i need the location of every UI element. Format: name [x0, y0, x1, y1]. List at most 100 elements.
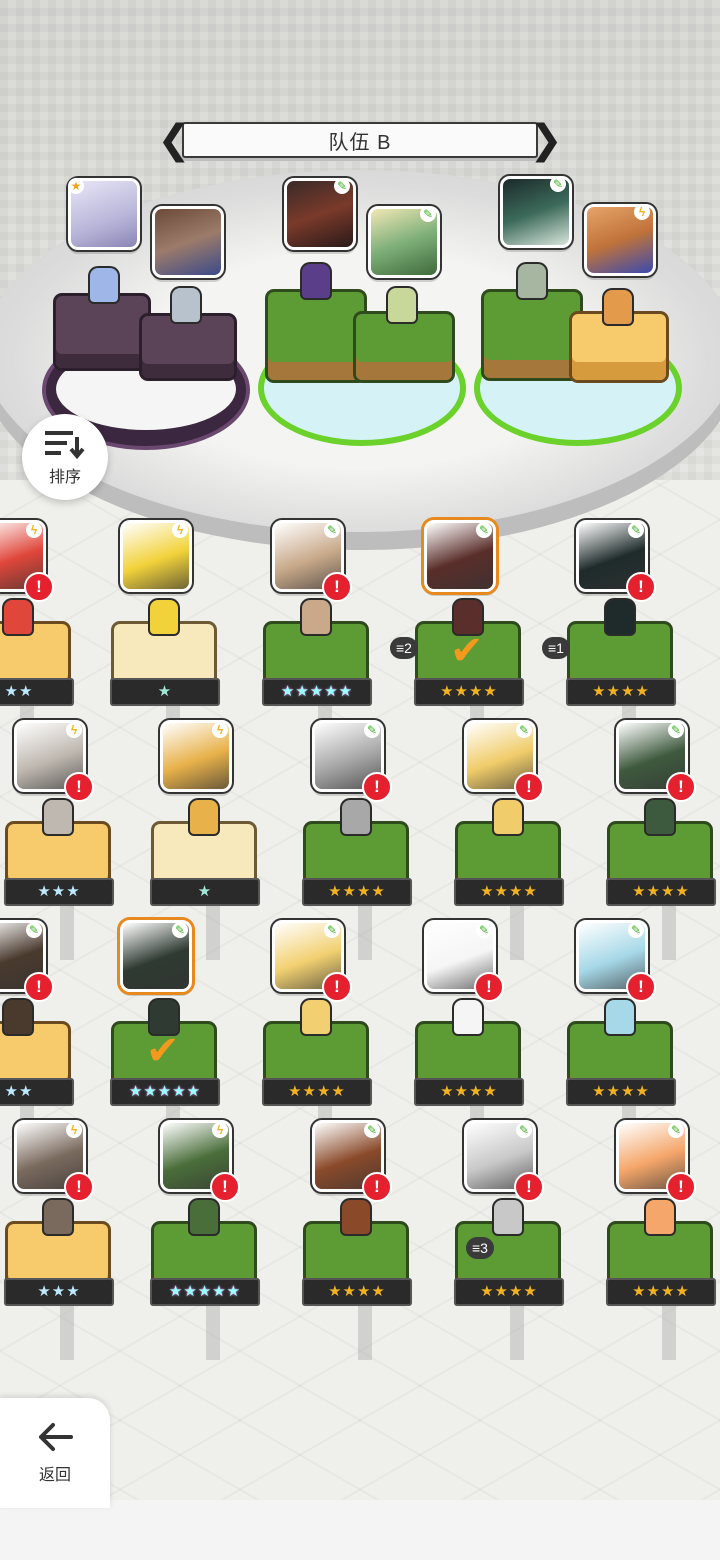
chibi-slot-2a [302, 264, 330, 298]
star-rating: ★★★ [4, 1278, 114, 1306]
leaf-element-icon: ✎ [476, 922, 492, 938]
leaf-element-icon: ✎ [628, 922, 644, 938]
selected-check-icon: ✔ [146, 1029, 180, 1073]
star-rating: ★★ [0, 1078, 74, 1106]
leaf-element-icon: ✎ [324, 922, 340, 938]
thunder-element-icon: ϟ [66, 1122, 82, 1138]
leaf-element-icon: ✎ [668, 1122, 684, 1138]
leaf-element-icon: ✎ [476, 522, 492, 538]
star-icon: ★ [68, 178, 84, 194]
team-slot-3-pedestal-a [484, 292, 580, 378]
hero-chibi [606, 600, 634, 634]
star-rating: ★★★★★ [150, 1278, 260, 1306]
hero-chibi [4, 1000, 32, 1034]
hero-chibi [190, 800, 218, 834]
warning-badge: ! [64, 1172, 94, 1202]
copy-count-badge: ≡2 [390, 637, 418, 659]
bottom-strip [0, 1500, 720, 1560]
team-slot-1-pedestal-b [142, 316, 234, 378]
team-selector: ❮ 队伍 B ❯ [157, 118, 563, 162]
warning-badge: ! [514, 772, 544, 802]
star-rating: ★★★★ [454, 878, 564, 906]
star-rating: ★★★★ [302, 1278, 412, 1306]
selected-check-icon: ✔ [450, 629, 484, 673]
thunder-element-icon: ϟ [172, 522, 188, 538]
team-slot-1-pedestal-a [56, 296, 148, 368]
team-portrait-2[interactable] [152, 206, 224, 278]
back-button[interactable]: 返回 [0, 1398, 110, 1508]
hero-chibi [150, 600, 178, 634]
star-rating: ★★★★ [262, 1078, 372, 1106]
thunder-element-icon: ϟ [212, 722, 228, 738]
leaf-element-icon: ✎ [628, 522, 644, 538]
warning-badge: ! [666, 772, 696, 802]
sort-icon [45, 431, 85, 460]
hero-chibi [44, 800, 72, 834]
hero-chibi [342, 1200, 370, 1234]
sort-label: 排序 [48, 469, 81, 486]
leaf-element-icon: ✎ [26, 922, 42, 938]
copy-count-badge: ≡3 [466, 1237, 494, 1259]
hero-chibi [606, 1000, 634, 1034]
star-rating: ★★★★ [302, 878, 412, 906]
chibi-slot-1a [90, 268, 118, 302]
hero-chibi [302, 1000, 330, 1034]
chibi-slot-1b [172, 288, 200, 322]
back-arrow-icon [39, 1423, 73, 1451]
star-rating: ★★★★ [414, 678, 524, 706]
leaf-element-icon: ✎ [516, 722, 532, 738]
warning-badge: ! [24, 572, 54, 602]
warning-badge: ! [24, 972, 54, 1002]
leaf-element-icon: ✎ [668, 722, 684, 738]
leaf-element-icon: ✎ [516, 1122, 532, 1138]
warning-badge: ! [626, 972, 656, 1002]
star-rating: ★★★★ [414, 1078, 524, 1106]
warning-badge: ! [514, 1172, 544, 1202]
thunder-element-icon: ϟ [26, 522, 42, 538]
star-rating: ★★★★ [606, 1278, 716, 1306]
chibi-slot-3b [604, 290, 632, 324]
sort-button[interactable]: 排序 [22, 414, 108, 500]
star-rating: ★★★ [4, 878, 114, 906]
star-rating: ★★★★★ [110, 1078, 220, 1106]
warning-badge: ! [322, 972, 352, 1002]
next-team-arrow[interactable]: ❯ [529, 118, 563, 162]
hero-chibi [494, 1200, 522, 1234]
back-label: 返回 [38, 1467, 71, 1484]
hero-face [155, 209, 221, 275]
leaf-element-icon: ✎ [550, 176, 566, 192]
star-rating: ★★★★ [566, 678, 676, 706]
star-rating: ★ [110, 678, 220, 706]
hero-chibi [646, 800, 674, 834]
warning-badge: ! [322, 572, 352, 602]
hero-chibi [342, 800, 370, 834]
star-rating: ★★★★ [454, 1278, 564, 1306]
warning-badge: ! [474, 972, 504, 1002]
star-rating: ★ [150, 878, 260, 906]
hero-chibi [302, 600, 330, 634]
star-rating: ★★ [0, 678, 74, 706]
leaf-element-icon: ✎ [364, 722, 380, 738]
warning-badge: ! [210, 1172, 240, 1202]
leaf-element-icon: ✎ [172, 922, 188, 938]
leaf-element-icon: ✎ [324, 522, 340, 538]
hero-chibi [4, 600, 32, 634]
chibi-slot-2b [388, 288, 416, 322]
leaf-element-icon: ✎ [334, 178, 350, 194]
hero-chibi [494, 800, 522, 834]
star-rating: ★★★★ [566, 1078, 676, 1106]
warning-badge: ! [362, 772, 392, 802]
star-rating: ★★★★★ [262, 678, 372, 706]
hero-chibi [646, 1200, 674, 1234]
warning-badge: ! [362, 1172, 392, 1202]
leaf-element-icon: ✎ [364, 1122, 380, 1138]
thunder-element-icon: ϟ [212, 1122, 228, 1138]
star-rating: ★★★★ [606, 878, 716, 906]
warning-badge: ! [64, 772, 94, 802]
thunder-element-icon: ϟ [66, 722, 82, 738]
copy-count-badge: ≡1 [542, 637, 570, 659]
leaf-element-icon: ✎ [420, 206, 436, 222]
hero-chibi [44, 1200, 72, 1234]
prev-team-arrow[interactable]: ❮ [157, 118, 191, 162]
warning-badge: ! [666, 1172, 696, 1202]
